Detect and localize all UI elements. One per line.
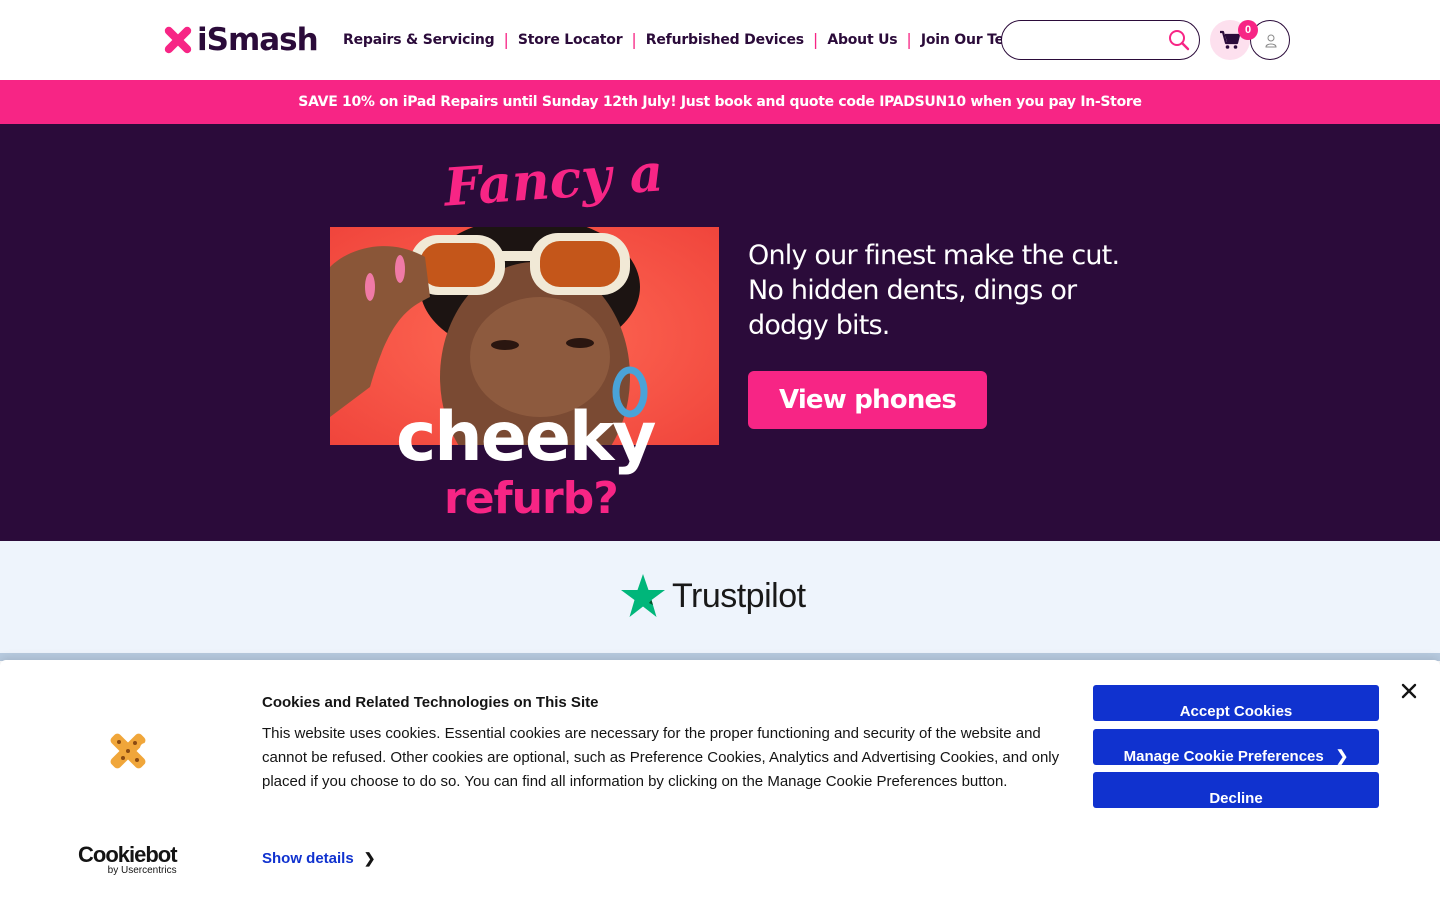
nav-repairs-servicing[interactable]: Repairs & Servicing [343, 32, 495, 48]
search-input[interactable] [1016, 21, 1166, 59]
nav-separator: | [503, 30, 509, 49]
cookiebot-name: Cookiebot [78, 842, 178, 867]
chevron-right-icon: ❯ [1335, 747, 1349, 765]
manage-preferences-label: Manage Cookie Preferences [1123, 747, 1324, 765]
trustpilot-logo[interactable]: Trustpilot [620, 573, 806, 619]
cookie-consent-banner: Cookiebot by Usercentrics Cookies and Re… [0, 660, 1440, 900]
accept-cookies-label: Accept Cookies [1179, 703, 1293, 720]
cookiebot-by: by Usercentrics [107, 865, 177, 876]
nav-refurbished-devices[interactable]: Refurbished Devices [646, 32, 804, 48]
hero-banner: Fancy a cheeky refurb? Only our finest m… [0, 124, 1440, 541]
cookie-title: Cookies and Related Technologies on This… [262, 694, 599, 711]
chevron-right-icon: ❯ [363, 850, 376, 866]
hero-fancy-text: Fancy a [442, 142, 666, 219]
site-logo[interactable]: iSmash [163, 22, 319, 58]
nav-separator: | [906, 30, 912, 49]
promo-banner[interactable]: SAVE 10% on iPad Repairs until Sunday 12… [0, 80, 1440, 124]
trustpilot-section: Trustpilot [0, 541, 1440, 661]
cookie-body: This website uses cookies. Essential coo… [262, 725, 1060, 790]
logo-text: iSmash [197, 22, 319, 58]
trustpilot-name: Trustpilot [672, 576, 806, 615]
main-nav: Repairs & Servicing | Store Locator | Re… [343, 30, 1028, 49]
decline-cookies-button[interactable]: Decline [1093, 772, 1379, 808]
search-icon[interactable] [1168, 29, 1190, 51]
nav-separator: | [812, 30, 819, 49]
show-details-link[interactable]: Show details ❯ [262, 850, 375, 867]
trustpilot-star-icon [621, 574, 665, 617]
nav-store-locator[interactable]: Store Locator [518, 32, 623, 48]
manage-cookie-preferences-button[interactable]: Manage Cookie Preferences ❯ [1093, 729, 1379, 765]
search-box [1001, 20, 1200, 60]
accept-cookies-button[interactable]: Accept Cookies [1093, 685, 1379, 721]
hero-copy: Only our finest make the cut. No hidden … [748, 240, 1120, 341]
view-phones-button[interactable]: View phones [748, 371, 987, 429]
user-icon [1265, 34, 1277, 48]
cookiebot-logo: Cookiebot by Usercentrics [78, 842, 178, 876]
decline-label: Decline [1209, 790, 1263, 807]
show-details-label: Show details [262, 850, 354, 867]
hero-refurb-text: refurb? [444, 473, 619, 524]
hero-cheeky-text: cheeky [396, 398, 657, 477]
cart-count-badge: 0 [1238, 20, 1258, 40]
close-icon[interactable] [1398, 680, 1420, 702]
cookie-icon [105, 728, 151, 774]
nav-separator: | [631, 30, 637, 49]
nav-about-us[interactable]: About Us [827, 32, 897, 48]
promo-text: SAVE 10% on iPad Repairs until Sunday 12… [298, 94, 1142, 110]
ismash-x-icon [163, 25, 193, 55]
site-header: iSmash Repairs & Servicing | Store Locat… [0, 0, 1440, 80]
